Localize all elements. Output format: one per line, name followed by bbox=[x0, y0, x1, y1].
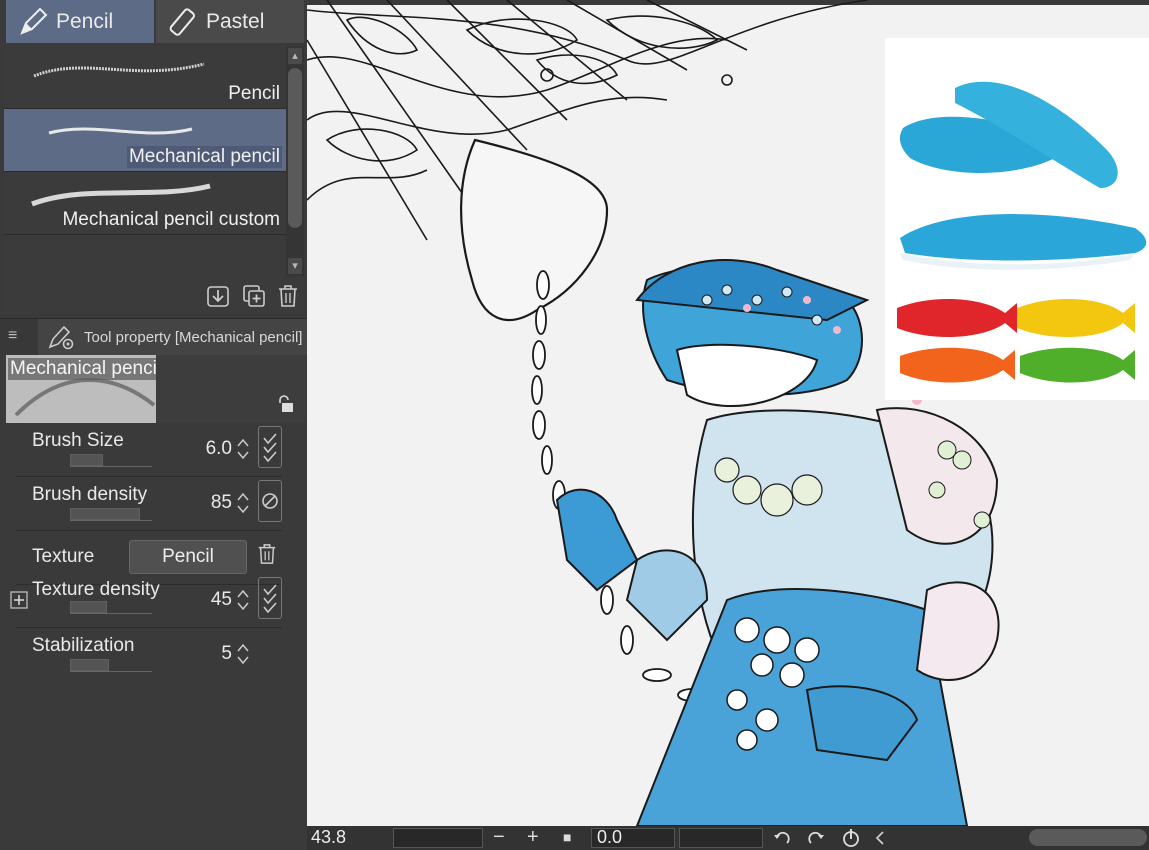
drawing-canvas[interactable] bbox=[307, 0, 1149, 826]
rotate-left-icon[interactable] bbox=[773, 829, 791, 847]
brush-density-label: Brush density bbox=[32, 484, 148, 505]
tab-pastel-label: Pastel bbox=[206, 9, 265, 33]
tool-preset: Mechanical pencil bbox=[6, 355, 306, 423]
lock-icon[interactable] bbox=[276, 395, 294, 413]
pastel-icon bbox=[169, 7, 195, 36]
zoom-in-button[interactable]: + bbox=[527, 826, 539, 849]
brush-item-pencil[interactable]: Pencil bbox=[4, 46, 286, 109]
stabilization-label: Stabilization bbox=[32, 635, 135, 656]
texture-density-value[interactable]: 45 bbox=[211, 589, 232, 611]
tab-pastel[interactable]: Pastel bbox=[156, 0, 304, 43]
spinner-icon[interactable] bbox=[236, 587, 250, 613]
spinner-icon[interactable] bbox=[236, 436, 250, 462]
brush-size-row: Brush Size 6.0 bbox=[16, 424, 282, 477]
gummy-candy-reference bbox=[897, 81, 1147, 383]
preset-name: Mechanical pencil bbox=[8, 358, 156, 380]
stop-icon[interactable]: ■ bbox=[563, 829, 571, 845]
canvas-status-bar: 43.8 − + ■ 0.0 bbox=[307, 826, 1149, 850]
trash-icon[interactable] bbox=[276, 284, 300, 308]
texture-density-slider[interactable] bbox=[70, 601, 152, 614]
brush-label: Pencil bbox=[228, 83, 280, 104]
brush-density-pressure-button[interactable] bbox=[258, 480, 282, 522]
brush-size-value[interactable]: 6.0 bbox=[206, 438, 232, 460]
tab-pencil-label: Pencil bbox=[56, 9, 114, 33]
brush-item-mechanical-pencil[interactable]: Mechanical pencil bbox=[4, 109, 286, 172]
chevron-left-icon[interactable] bbox=[875, 830, 885, 846]
trash-icon[interactable] bbox=[256, 542, 278, 566]
pencil-icon bbox=[20, 7, 48, 35]
brush-size-label: Brush Size bbox=[32, 430, 124, 451]
stabilization-row: Stabilization 5 bbox=[16, 629, 282, 681]
brush-size-slider[interactable] bbox=[70, 454, 152, 467]
brush-item-mechanical-pencil-custom[interactable]: Mechanical pencil custom bbox=[4, 172, 286, 235]
brush-density-value[interactable]: 85 bbox=[211, 492, 232, 514]
rotation-value[interactable]: 0.0 bbox=[597, 827, 622, 848]
tab-pencil[interactable]: Pencil bbox=[6, 0, 154, 43]
brush-density-row: Brush density 85 bbox=[16, 478, 282, 531]
spinner-icon[interactable] bbox=[236, 490, 250, 516]
stabilization-value[interactable]: 5 bbox=[221, 643, 232, 665]
pressure-check-icon bbox=[263, 433, 277, 462]
brush-size-pressure-button[interactable] bbox=[258, 426, 282, 468]
scroll-up-icon[interactable]: ▴ bbox=[288, 48, 302, 64]
tool-property-title: Tool property [Mechanical pencil] bbox=[84, 329, 302, 346]
brush-density-slider[interactable] bbox=[70, 508, 152, 521]
reset-rotation-icon[interactable] bbox=[841, 828, 861, 848]
zoom-out-button[interactable]: − bbox=[493, 826, 505, 849]
brush-stroke-preview bbox=[31, 183, 211, 207]
swedish-fish bbox=[897, 298, 1135, 383]
brush-list: Pencil Mechanical pencil Mechanical penc… bbox=[4, 46, 286, 276]
tool-property-header: ≡ Tool property [Mechanical pencil] bbox=[0, 318, 307, 355]
brush-stroke-preview bbox=[33, 62, 205, 78]
texture-select-button[interactable]: Pencil bbox=[129, 540, 247, 574]
scrollbar-thumb[interactable] bbox=[288, 68, 302, 228]
scroll-down-icon[interactable]: ▾ bbox=[288, 258, 302, 274]
tool-panel: Pencil Pastel Pencil Mechanical pencil M… bbox=[0, 0, 307, 850]
duplicate-icon[interactable] bbox=[242, 284, 266, 308]
brush-stroke-preview bbox=[48, 127, 193, 135]
texture-density-pressure-button[interactable] bbox=[258, 577, 282, 619]
zoom-slider[interactable] bbox=[393, 828, 483, 848]
stabilization-slider[interactable] bbox=[70, 659, 152, 672]
texture-density-label: Texture density bbox=[32, 579, 160, 600]
rotation-slider[interactable] bbox=[679, 828, 763, 848]
brush-label: Mechanical pencil bbox=[126, 146, 282, 168]
brush-list-toolbar bbox=[4, 278, 304, 314]
texture-label: Texture bbox=[32, 546, 95, 567]
horizontal-scrollbar-thumb[interactable] bbox=[1029, 829, 1147, 846]
no-pressure-icon bbox=[262, 493, 278, 509]
blue-gummy-sharks bbox=[899, 81, 1147, 270]
reference-image bbox=[885, 38, 1149, 400]
panel-menu-icon[interactable]: ≡ bbox=[8, 327, 17, 345]
spinner-icon[interactable] bbox=[236, 641, 250, 667]
zoom-value[interactable]: 43.8 bbox=[311, 827, 346, 848]
tool-property-icon bbox=[48, 325, 74, 350]
texture-density-row: Texture density 45 bbox=[10, 575, 282, 628]
brush-label: Mechanical pencil custom bbox=[62, 209, 280, 230]
expand-icon[interactable] bbox=[10, 591, 28, 609]
preset-preview: Mechanical pencil bbox=[6, 355, 156, 423]
pressure-check-icon bbox=[263, 584, 277, 613]
net-handle-lineart bbox=[460, 138, 609, 322]
import-icon[interactable] bbox=[206, 284, 230, 308]
brush-list-scrollbar[interactable]: ▴ ▾ bbox=[286, 46, 304, 276]
rotate-right-icon[interactable] bbox=[807, 829, 825, 847]
